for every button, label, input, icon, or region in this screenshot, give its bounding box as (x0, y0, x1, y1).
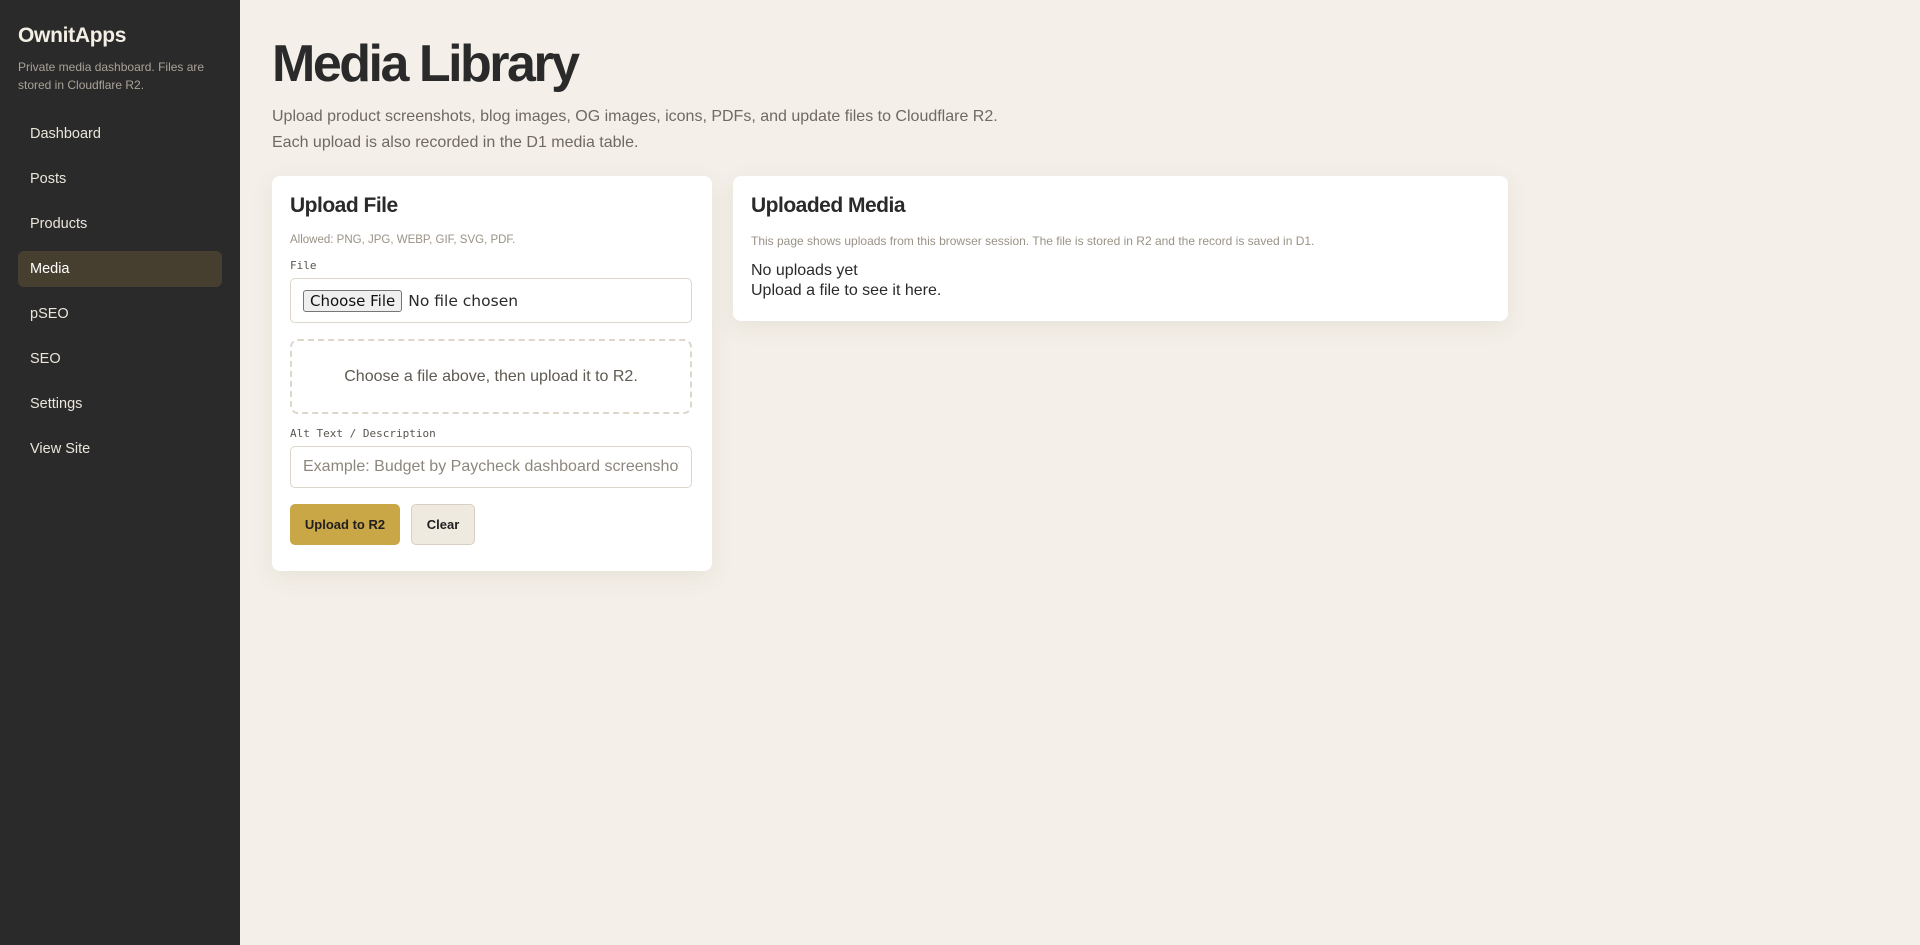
brand-logo[interactable]: OwnitApps (18, 24, 222, 48)
main-content: Media Library Upload product screenshots… (272, 0, 1920, 596)
choose-file-button[interactable]: Choose File (303, 289, 403, 312)
uploaded-media-hint: This page shows uploads from this browse… (751, 234, 1315, 248)
sidebar-nav: Dashboard Posts Products Media pSEO SEO … (18, 116, 222, 467)
sidebar-item-media[interactable]: Media (18, 251, 222, 287)
sidebar: OwnitApps Private media dashboard. Files… (0, 0, 240, 945)
sidebar-item-posts[interactable]: Posts (18, 161, 222, 197)
sidebar-item-seo[interactable]: SEO (18, 341, 222, 377)
sidebar-item-products[interactable]: Products (18, 206, 222, 242)
upload-button[interactable]: Upload to R2 (290, 504, 400, 545)
alt-text-input[interactable] (290, 446, 692, 488)
sidebar-item-dashboard[interactable]: Dashboard (18, 116, 222, 152)
empty-state-title: No uploads yet (751, 262, 858, 279)
cards-row: Upload File Allowed: PNG, JPG, WEBP, GIF… (272, 176, 1920, 596)
brand-subtitle: Private media dashboard. Files are store… (18, 60, 205, 92)
page-description-line-2: Each upload is also recorded in the D1 m… (272, 134, 639, 151)
file-label: File (290, 259, 317, 272)
empty-state-subtitle: Upload a file to see it here. (751, 282, 942, 299)
drop-zone-hint: Choose a file above, then upload it to R… (344, 367, 638, 385)
page-description-line-1: Upload product screenshots, blog images,… (272, 108, 998, 125)
sidebar-item-view-site[interactable]: View Site (18, 431, 222, 467)
file-status: No file chosen (408, 291, 519, 310)
file-drop-zone[interactable]: Choose a file above, then upload it to R… (290, 339, 692, 414)
upload-actions: Upload to R2 Clear (290, 504, 694, 545)
sidebar-item-pseo[interactable]: pSEO (18, 296, 222, 332)
allowed-types-hint: Allowed: PNG, JPG, WEBP, GIF, SVG, PDF. (290, 234, 516, 246)
alt-text-label: Alt Text / Description (290, 427, 436, 440)
sidebar-item-settings[interactable]: Settings (18, 386, 222, 422)
uploaded-media-card: Uploaded Media This page shows uploads f… (733, 176, 1508, 321)
upload-card-title: Upload File (290, 194, 398, 217)
uploaded-media-title: Uploaded Media (751, 194, 906, 217)
page-description: Upload product screenshots, blog images,… (272, 104, 1920, 156)
clear-button[interactable]: Clear (411, 504, 475, 545)
page-title: Media Library (272, 35, 580, 93)
file-input[interactable]: Choose File No file chosen (290, 278, 692, 323)
upload-card: Upload File Allowed: PNG, JPG, WEBP, GIF… (272, 176, 712, 571)
